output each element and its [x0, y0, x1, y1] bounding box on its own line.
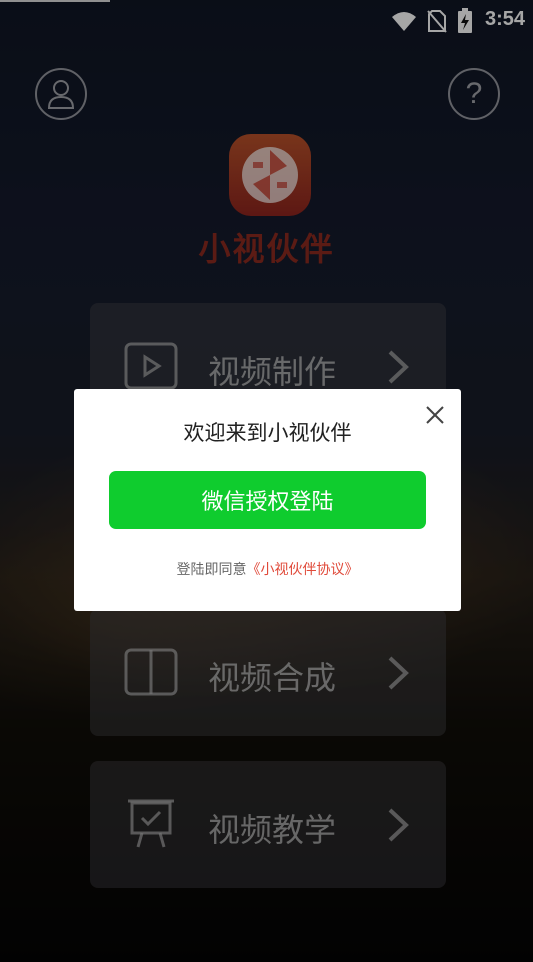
dialog-title: 欢迎来到小视伙伴 — [183, 421, 352, 445]
wechat-login-button[interactable]: 微信授权登陆 — [109, 471, 426, 529]
agreement-text: 登陆即同意《小视伙伴协议》 — [74, 559, 461, 579]
close-icon[interactable] — [425, 405, 445, 425]
agreement-link[interactable]: 《小视伙伴协议》 — [247, 562, 359, 578]
login-dialog: 欢迎来到小视伙伴 微信授权登陆 登陆即同意《小视伙伴协议》 — [74, 389, 461, 611]
agreement-prefix: 登陆即同意 — [176, 562, 247, 578]
